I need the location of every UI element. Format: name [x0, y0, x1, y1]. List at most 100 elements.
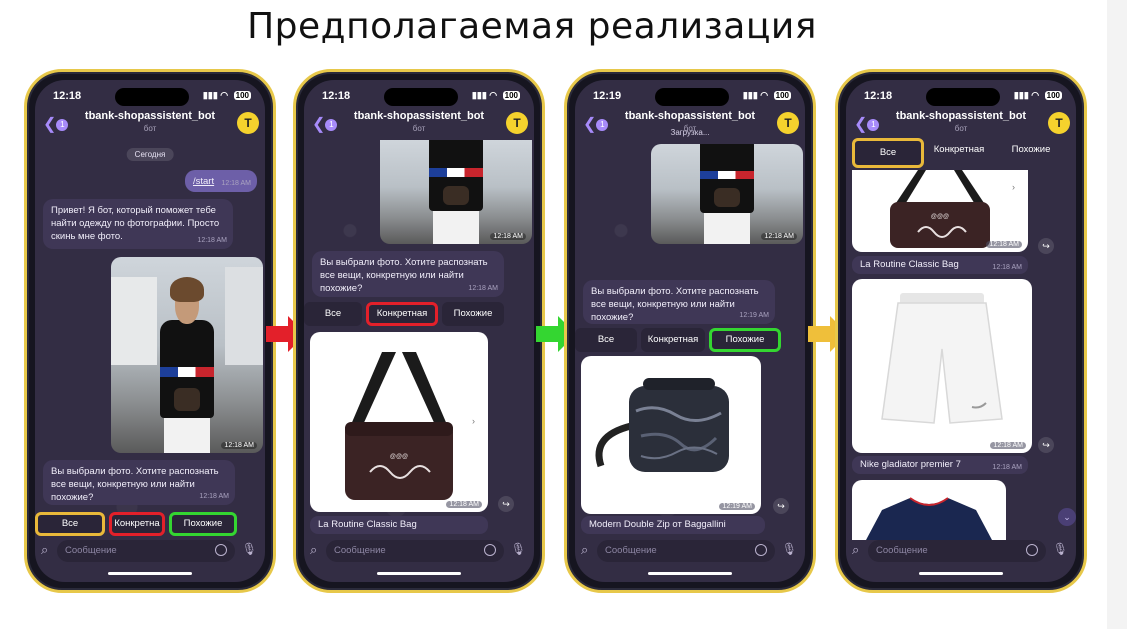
battery-icon: 100: [1044, 91, 1062, 100]
chat-screen: 12:18 ▮▮▮ ◠ 100 ❮ 1 tbank-shopassistent_b…: [304, 80, 534, 582]
sticker-icon[interactable]: [1026, 544, 1038, 556]
photo-time: 12:18 AM: [761, 233, 797, 240]
bot-name[interactable]: tbank-shopassistent_bot: [304, 110, 534, 122]
signal-wifi-battery-icons: ▮▮▮ ◠ 100: [202, 90, 251, 100]
microphone-icon[interactable]: 🎙: [1053, 542, 1068, 556]
chat-screen: 12:19 ▮▮▮ ◠ 100 ❮ 1 tbank-shopassistent_b…: [575, 80, 805, 582]
dynamic-island: [384, 88, 458, 106]
button-similar[interactable]: Похожие: [709, 328, 781, 352]
share-icon[interactable]: ↪: [1038, 437, 1054, 453]
sticker-icon[interactable]: [484, 544, 496, 556]
sticker-icon[interactable]: [755, 544, 767, 556]
product-card[interactable]: @@@ › 12:18 AM: [310, 332, 488, 512]
paperclip-icon[interactable]: ⌕: [310, 542, 317, 558]
button-specific[interactable]: Конкретна: [109, 512, 165, 536]
button-all[interactable]: Все: [304, 302, 362, 326]
home-indicator: [919, 572, 1003, 575]
bot-subtitle: бот: [143, 124, 157, 133]
microphone-icon[interactable]: 🎙: [242, 542, 257, 556]
message-input[interactable]: Сообщение: [57, 540, 235, 562]
status-time: 12:18: [322, 90, 351, 102]
page-title: Предполагаемая реализация: [247, 6, 817, 47]
message-text[interactable]: /start: [193, 176, 214, 187]
share-icon[interactable]: ↪: [773, 498, 789, 514]
chat-header: ❮ 1 tbank-shopassistent_bot бот T: [304, 108, 534, 140]
button-similar[interactable]: Похожие: [169, 512, 237, 536]
paperclip-icon[interactable]: ⌕: [41, 542, 48, 558]
message-text: Привет! Я бот, который поможет тебе найт…: [51, 205, 220, 242]
dynamic-island: [115, 88, 189, 106]
button-specific[interactable]: Конкретная: [926, 138, 992, 162]
bot-subtitle: бот: [412, 124, 426, 133]
caption-time: 12:18 AM: [992, 464, 1022, 471]
button-specific[interactable]: Конкретная: [366, 302, 438, 326]
date-pill: Сегодня: [126, 148, 174, 161]
input-bar: ⌕ Сообщение 🎙: [35, 540, 265, 562]
home-indicator: [648, 572, 732, 575]
share-icon[interactable]: ↪: [1038, 238, 1054, 254]
bot-avatar[interactable]: T: [1048, 112, 1070, 134]
inline-keyboard: Все Конкретная Похожие: [575, 328, 805, 352]
input-bar: ⌕ Сообщение 🎙: [304, 540, 534, 562]
user-photo-message[interactable]: 12:18 AM: [651, 144, 803, 244]
product-caption: Nike gladiator premier 7 12:18 AM: [852, 456, 1028, 474]
svg-text:@@@: @@@: [390, 454, 408, 460]
loading-status: Загрузка...: [670, 128, 710, 137]
paperclip-icon[interactable]: ⌕: [852, 542, 859, 558]
message-text: Вы выбрали фото. Хотите распознать все в…: [591, 286, 759, 323]
bot-avatar[interactable]: T: [506, 112, 528, 134]
user-photo-message[interactable]: 12:18 AM: [111, 257, 263, 453]
sticker-icon[interactable]: [215, 544, 227, 556]
photo-person: [697, 144, 758, 244]
inline-keyboard: Все Конкретна Похожие: [35, 512, 265, 536]
chat-header: ❮ 1 tbank-shopassistent_bot бот T: [846, 108, 1076, 140]
button-all[interactable]: Все: [35, 512, 105, 536]
bot-subtitle: бот: [954, 124, 968, 133]
message-input[interactable]: Сообщение: [868, 540, 1046, 562]
product-time: 12:18 AM: [986, 241, 1022, 248]
paperclip-icon[interactable]: ⌕: [581, 542, 588, 558]
shorts-image: [881, 293, 1003, 424]
bot-message-question: Вы выбрали фото. Хотите распознать все в…: [43, 460, 235, 505]
product-card[interactable]: @@@ › 12:18 AM: [852, 170, 1028, 252]
product-card[interactable]: [852, 480, 1006, 540]
bot-message-greeting: Привет! Я бот, который поможет тебе найт…: [43, 199, 233, 249]
message-list: Загрузка... 12:18 AM Вы выбрали фото. Хо…: [575, 128, 805, 534]
message-input[interactable]: Сообщение: [597, 540, 775, 562]
signal-wifi-battery-icons: ▮▮▮ ◠ 100: [742, 90, 791, 100]
phone-mockup-2: 12:18 ▮▮▮ ◠ 100 ❮ 1 tbank-shopassistent_b…: [293, 69, 545, 593]
battery-icon: 100: [773, 91, 791, 100]
microphone-icon[interactable]: 🎙: [511, 542, 526, 556]
input-bar: ⌕ Сообщение 🎙: [846, 540, 1076, 562]
caption-text: La Routine Classic Bag: [860, 259, 959, 270]
product-time: 12:18 AM: [446, 501, 482, 508]
product-card[interactable]: 12:18 AM: [852, 279, 1032, 453]
bot-name[interactable]: tbank-shopassistent_bot: [575, 110, 805, 122]
message-time: 12:18 AM: [221, 180, 251, 187]
user-message-start: /start 12:18 AM: [185, 170, 257, 192]
share-icon[interactable]: ↪: [498, 496, 514, 512]
bot-avatar[interactable]: T: [237, 112, 259, 134]
button-similar[interactable]: Похожие: [998, 138, 1064, 162]
microphone-icon[interactable]: 🎙: [782, 542, 797, 556]
product-caption: Modern Double Zip от Baggallini: [581, 516, 765, 534]
status-time: 12:18: [53, 90, 82, 102]
photo-person: [426, 140, 487, 244]
dynamic-island: [655, 88, 729, 106]
status-time: 12:19: [593, 90, 622, 102]
inline-keyboard: Все Конкретная Похожие: [846, 138, 1076, 168]
button-specific[interactable]: Конкретная: [641, 328, 705, 352]
tshirt-image: [866, 497, 992, 540]
product-card[interactable]: 12:19 AM: [581, 356, 761, 514]
button-all[interactable]: Все: [852, 138, 924, 168]
message-list: Сегодня /start 12:18 AM Привет! Я бот, к…: [35, 140, 265, 534]
user-photo-message[interactable]: 12:18 AM: [380, 140, 532, 244]
button-similar[interactable]: Похожие: [442, 302, 504, 326]
bot-name[interactable]: tbank-shopassistent_bot: [846, 110, 1076, 122]
scroll-down-button[interactable]: ⌄: [1058, 508, 1076, 526]
bag-image: @@@ ›: [345, 352, 475, 500]
bot-name[interactable]: tbank-shopassistent_bot: [35, 110, 265, 122]
button-all[interactable]: Все: [575, 328, 637, 352]
message-input[interactable]: Сообщение: [326, 540, 504, 562]
photo-building: [111, 276, 157, 365]
